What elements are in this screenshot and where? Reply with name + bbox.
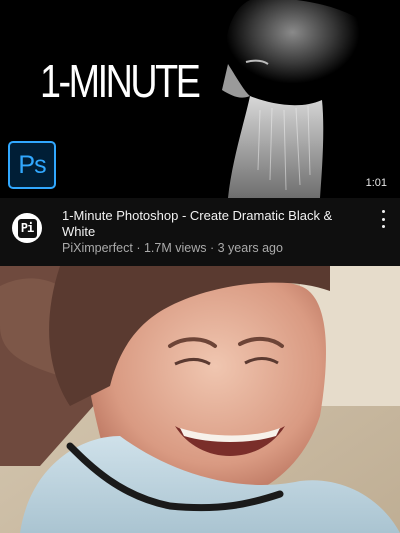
old-man-portrait-image [210, 0, 400, 198]
photoshop-logo-icon: Ps [8, 141, 56, 189]
channel-logo-icon: Pi [17, 218, 37, 238]
view-count: 1.7M views [143, 241, 207, 255]
more-options-icon[interactable] [378, 210, 388, 228]
separator: · [132, 241, 144, 255]
thumbnail-title-text: 1-MINUTE [40, 55, 201, 107]
separator: · [206, 241, 218, 255]
video-title[interactable]: 1-Minute Photoshop - Create Dramatic Bla… [62, 208, 360, 240]
video-card[interactable]: 1-MINUTE Ps 1:01 Pi 1-Minute Photoshop -… [0, 0, 400, 266]
laughing-man-reaction-image [0, 266, 400, 533]
channel-logo-text: Pi [20, 221, 34, 235]
channel-avatar[interactable]: Pi [12, 213, 42, 243]
video-metadata: Pi 1-Minute Photoshop - Create Dramatic … [0, 198, 400, 266]
channel-name[interactable]: PiXimperfect [62, 241, 133, 255]
video-subtitle: PiXimperfect · 1.7M views · 3 years ago [62, 241, 283, 255]
video-duration-badge: 1:01 [362, 176, 390, 190]
upload-age: 3 years ago [217, 241, 283, 255]
photoshop-logo-text: Ps [18, 150, 46, 179]
video-thumbnail[interactable]: 1-MINUTE Ps 1:01 [0, 0, 400, 198]
